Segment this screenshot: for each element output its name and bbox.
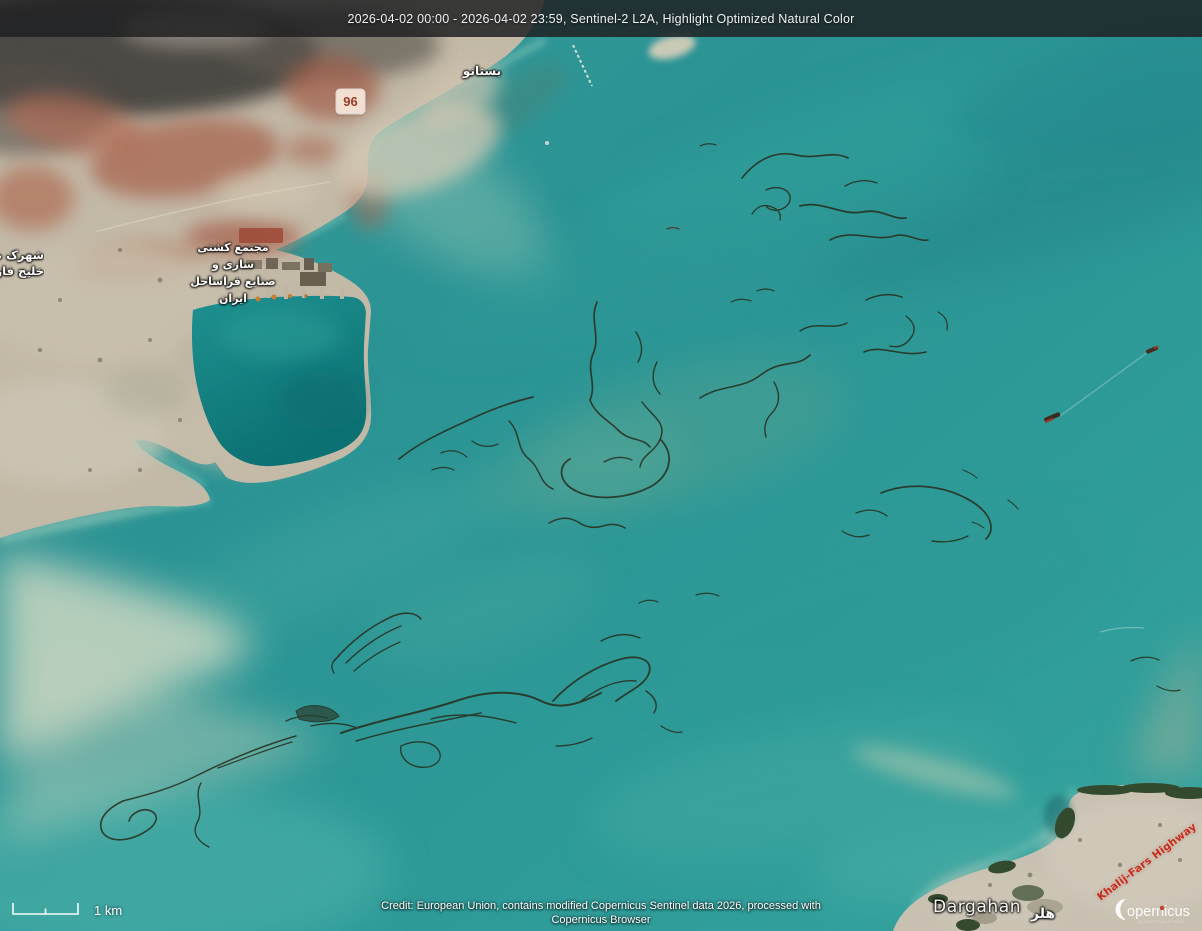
place-label-industrial-complex: مجتمع کشتی سازی و صنایع فراساحل ایران	[183, 239, 283, 307]
place-label-bostanu: بستانو	[440, 64, 524, 78]
satellite-imagery	[0, 0, 1202, 931]
harbor-basin	[192, 285, 366, 466]
place-label-left-edge: شهرک صنعتی خلیج فارس	[0, 247, 44, 279]
layer-title: 2026-04-02 00:00 - 2026-04-02 23:59, Sen…	[347, 12, 854, 26]
attribution-credit: Credit: European Union, contains modifie…	[0, 899, 1202, 927]
satellite-map-canvas[interactable]: 2026-04-02 00:00 - 2026-04-02 23:59, Sen…	[0, 0, 1202, 931]
timestamp-layer-bar: 2026-04-02 00:00 - 2026-04-02 23:59, Sen…	[0, 0, 1202, 37]
road-shield-96: 96	[337, 90, 364, 113]
